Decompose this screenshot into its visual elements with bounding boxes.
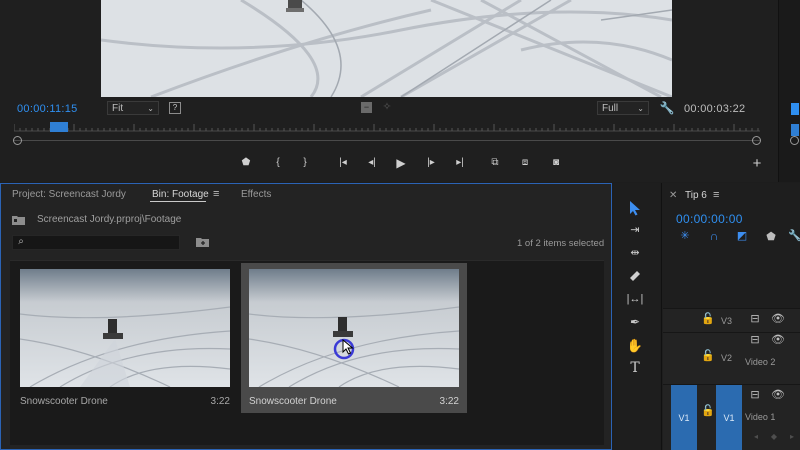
clip-duration: 3:22 xyxy=(439,396,459,407)
safe-margins-icon[interactable]: ? xyxy=(169,102,181,114)
clip-name: Snowscooter Drone xyxy=(249,396,337,407)
zoom-level-select[interactable]: Fit ⌄ xyxy=(107,101,159,115)
scrub-start-handle[interactable] xyxy=(13,136,22,145)
clip-thumbnail[interactable] xyxy=(20,269,230,387)
folder-icon xyxy=(12,214,25,225)
tab-bin-footage[interactable]: Bin: Footage xyxy=(152,189,209,200)
panel-menu-icon[interactable]: ≡ xyxy=(713,189,719,201)
search-input[interactable] xyxy=(12,235,180,250)
sync-lock-icon[interactable]: ⊟ xyxy=(749,314,761,325)
overwrite-icon[interactable]: ⧈ xyxy=(517,155,533,171)
active-tab-underline xyxy=(150,201,206,202)
source-patch-v1[interactable]: V1 xyxy=(671,385,697,450)
chevron-down-icon: ⌄ xyxy=(147,103,154,113)
selection-tool-icon[interactable] xyxy=(626,199,644,217)
track-id-v3[interactable]: V3 xyxy=(721,316,732,326)
nest-icon[interactable]: ✳ xyxy=(679,230,691,242)
scrub-end-handle[interactable] xyxy=(752,136,761,145)
mark-out-icon[interactable]: } xyxy=(297,155,313,171)
panel-menu-icon[interactable]: ≡ xyxy=(213,188,219,200)
button-editor-icon[interactable]: + xyxy=(750,156,764,171)
time-ruler[interactable] xyxy=(14,122,760,132)
clip-item-selected[interactable]: Snowscooter Drone 3:22 xyxy=(241,263,467,413)
eye-icon[interactable]: 👁 xyxy=(771,335,785,346)
add-marker-icon[interactable]: ⬟ xyxy=(238,155,254,171)
timeline-timecode[interactable]: 00:00:00:00 xyxy=(676,212,743,226)
new-bin-icon[interactable] xyxy=(196,236,209,247)
chevron-down-icon: ⌄ xyxy=(637,103,644,113)
adjacent-panel-edge xyxy=(778,0,800,182)
settings-sub-icon: ✧ xyxy=(382,101,392,113)
track-target-v1[interactable]: V1 xyxy=(716,385,742,450)
tab-effects[interactable]: Effects xyxy=(241,189,271,200)
wrench-icon[interactable]: 🔧 xyxy=(788,230,800,242)
adjacent-playhead-fragment xyxy=(791,124,799,136)
selection-status: 1 of 2 items selected xyxy=(517,238,605,249)
keyframe-next-icon[interactable]: ▸ xyxy=(787,432,797,442)
track-name-v2: Video 2 xyxy=(745,357,776,367)
keyframe-prev-icon[interactable]: ◂ xyxy=(751,432,761,442)
go-to-out-icon[interactable]: ▸| xyxy=(452,155,468,171)
clip-item[interactable]: Snowscooter Drone 3:22 xyxy=(12,263,238,413)
clip-thumbnail[interactable] xyxy=(249,269,459,387)
eye-icon[interactable]: 👁 xyxy=(771,390,785,401)
mouse-cursor-icon xyxy=(342,339,354,355)
play-icon[interactable]: ▶ xyxy=(393,155,409,171)
export-frame-icon[interactable]: ◙ xyxy=(548,155,564,171)
current-timecode[interactable]: 00:00:11:15 xyxy=(17,103,78,115)
slip-tool-icon[interactable]: |↔| xyxy=(626,291,644,307)
razor-tool-icon[interactable] xyxy=(626,268,644,284)
adjacent-scrub-handle xyxy=(790,136,799,145)
track-name-v1: Video 1 xyxy=(745,412,776,422)
bin-path: Screencast Jordy.prproj\Footage xyxy=(37,214,182,225)
scrub-bar[interactable] xyxy=(14,140,760,141)
eye-icon[interactable]: 👁 xyxy=(771,314,785,325)
linked-selection-icon[interactable]: ◩ xyxy=(735,230,749,242)
sync-lock-icon[interactable]: ⊟ xyxy=(749,390,761,401)
playback-resolution-select[interactable]: Full ⌄ xyxy=(597,101,649,115)
snow-tracks-image xyxy=(101,0,672,97)
pen-tool-icon[interactable]: ✒ xyxy=(626,314,644,330)
ripple-edit-tool-icon[interactable]: ⇹ xyxy=(626,245,644,261)
duration-timecode: 00:00:03:22 xyxy=(684,103,746,115)
sync-lock-icon[interactable]: ⊟ xyxy=(749,335,761,346)
close-icon[interactable]: ✕ xyxy=(669,190,677,201)
go-to-in-icon[interactable]: |◂ xyxy=(335,155,351,171)
add-marker-icon[interactable]: ⬟ xyxy=(765,231,777,243)
snap-icon[interactable]: ∩ xyxy=(707,230,721,242)
program-monitor: 00:00:11:15 Fit ⌄ ? − ✧ Full ⌄ 🔧 00:00:0… xyxy=(0,0,778,182)
search-icon: ⌕ xyxy=(18,236,24,247)
step-back-icon[interactable]: ◂| xyxy=(364,155,380,171)
track-select-tool-icon[interactable]: ⇥ xyxy=(626,222,644,238)
playback-resolution-value: Full xyxy=(602,102,619,114)
clip-name: Snowscooter Drone xyxy=(20,396,108,407)
adjacent-timecode-fragment xyxy=(791,103,799,115)
snowmobile-thumbnail-image xyxy=(249,269,459,387)
zoom-level-value: Fit xyxy=(112,102,124,114)
tab-sequence[interactable]: Tip 6 xyxy=(685,190,707,201)
playhead-marker[interactable] xyxy=(50,122,68,132)
type-tool-icon[interactable]: T xyxy=(626,360,644,376)
lock-icon[interactable]: 🔓 xyxy=(701,406,715,417)
program-video-frame[interactable] xyxy=(101,0,672,97)
track-id-v2[interactable]: V2 xyxy=(721,353,732,363)
lock-icon[interactable]: 🔓 xyxy=(701,314,715,325)
keyframe-add-icon[interactable]: ◆ xyxy=(769,432,779,442)
insert-icon[interactable]: ⧉ xyxy=(487,155,503,171)
snowmobile-thumbnail-image xyxy=(20,269,230,387)
transport-controls: ⬟ {} |◂ ◂| ▶ |▸ ▸| ⧉ ⧈ ◙ xyxy=(230,155,570,171)
wrench-icon[interactable]: 🔧 xyxy=(660,101,675,115)
hand-tool-icon[interactable]: ✋ xyxy=(626,337,644,353)
lock-icon[interactable]: 🔓 xyxy=(701,351,715,362)
tab-project[interactable]: Project: Screencast Jordy xyxy=(12,189,126,200)
step-forward-icon[interactable]: |▸ xyxy=(423,155,439,171)
mark-in-icon[interactable]: { xyxy=(270,155,286,171)
clip-duration: 3:22 xyxy=(210,396,230,407)
drop-frame-icon[interactable]: − xyxy=(361,102,372,113)
